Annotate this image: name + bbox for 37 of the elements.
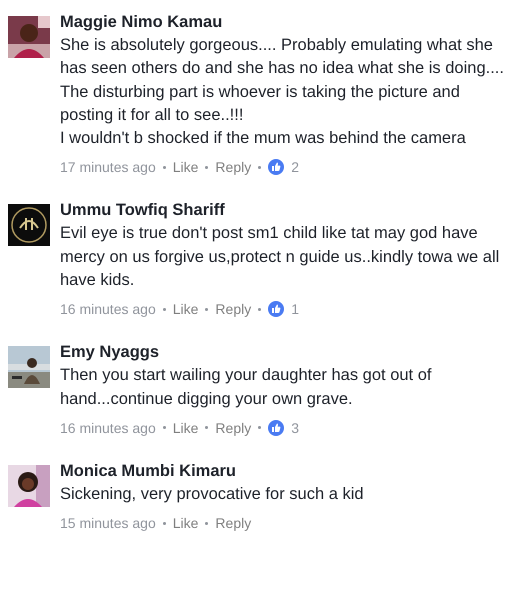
reaction-count[interactable]: 1 — [291, 301, 300, 318]
reaction-count[interactable]: 2 — [291, 159, 300, 176]
timestamp: 15 minutes ago — [60, 515, 156, 532]
reaction-count[interactable]: 3 — [291, 420, 300, 436]
reply-link[interactable]: Reply — [215, 301, 252, 318]
separator-dot — [162, 308, 166, 311]
comment-text: Then you start wailing your daughter has got out of hand...continue digging your own grave. — [60, 365, 432, 410]
separator-dot — [258, 166, 262, 169]
separator-dot — [258, 426, 262, 430]
comment-text: Sickening, very provocative for such a kid — [60, 484, 365, 505]
like-link[interactable]: Like — [172, 159, 198, 176]
separator-dot — [162, 522, 166, 525]
like-link[interactable]: Like — [172, 515, 198, 532]
thumbs-up-icon — [268, 159, 284, 176]
like-link[interactable]: Like — [172, 301, 198, 318]
reply-link[interactable]: Reply — [215, 420, 252, 436]
commenter-name[interactable]: Emy Nyaggs — [60, 340, 507, 364]
like-link[interactable]: Like — [172, 420, 198, 436]
comment-text: She is absolutely gorgeous.... Probably emulating what she has seen others do and she has no idea what she is doing.... The disturbing part is whoever is taking the picture and posting it for all to see..!!! I wouldn't b shocked if the mum was behind the camera — [60, 35, 505, 150]
separator-dot — [162, 426, 166, 430]
reply-link[interactable]: Reply — [215, 159, 252, 176]
reply-link[interactable]: Reply — [215, 515, 252, 532]
commenter-name[interactable]: Maggie Nimo Kamau — [60, 10, 507, 34]
thumbs-up-icon — [268, 420, 284, 436]
thumbs-up-icon — [268, 301, 284, 318]
separator-dot — [162, 166, 166, 169]
separator-dot — [205, 166, 208, 169]
timestamp: 16 minutes ago — [60, 301, 156, 318]
separator-dot — [258, 308, 262, 311]
commenter-name[interactable]: Ummu Towfiq Shariff — [60, 198, 507, 222]
comment-text: Evil eye is true don't post sm1 child like tat may god have mercy on us forgive us,protect n guide us..kindly towa we all have kids. — [60, 223, 500, 292]
timestamp: 17 minutes ago — [60, 159, 156, 176]
separator-dot — [205, 522, 208, 525]
timestamp: 16 minutes ago — [60, 420, 156, 436]
separator-dot — [205, 308, 208, 311]
commenter-name[interactable]: Monica Mumbi Kimaru — [60, 458, 507, 483]
separator-dot — [205, 426, 208, 430]
